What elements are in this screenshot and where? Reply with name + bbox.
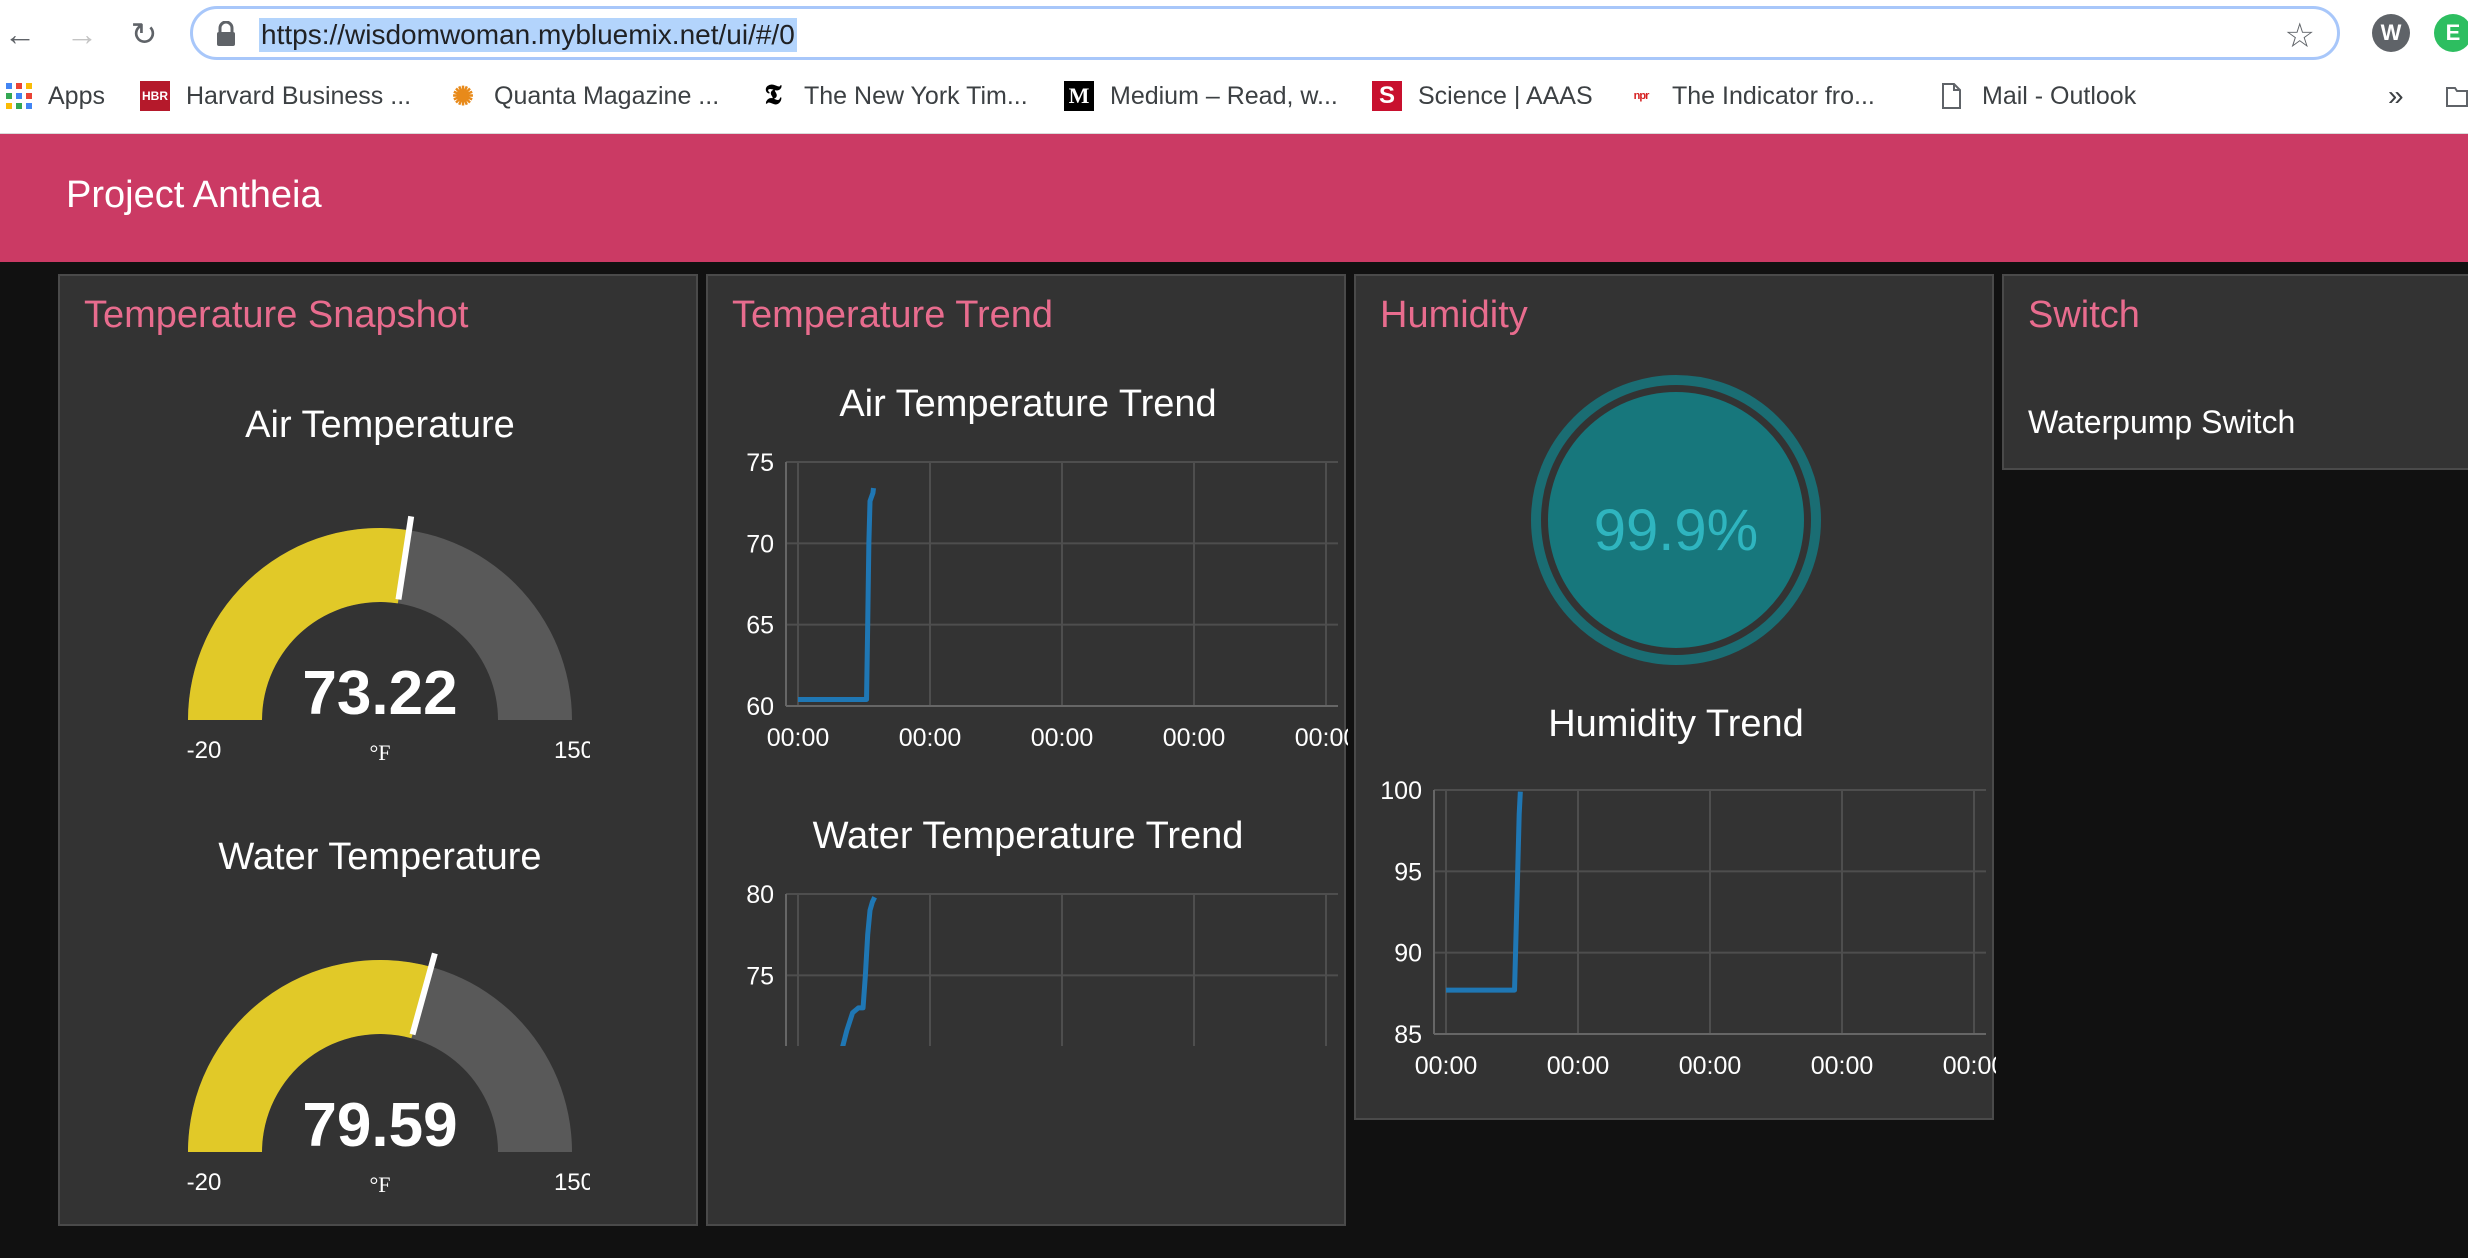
y-tick-label: 65 [746,612,774,640]
y-tick-label: 80 [746,881,774,909]
app-header: Project Antheia [0,134,2468,262]
gauge-max-label: 150 [554,737,590,764]
series-line [798,487,876,702]
gauge-min-label: -20 [187,1169,222,1196]
bookmarks-bar: Apps HBR Harvard Business ... ✺ Quanta M… [0,72,2468,124]
bookmark-label: Mail - Outlook [1982,81,2137,110]
temperature-snapshot-card: Temperature Snapshot Air Temperature 73.… [58,274,698,1226]
gauge-value: 73.22 [302,659,457,728]
bookmark-label: Science | AAAS [1418,81,1593,110]
x-tick-label: 00:00 [1679,1052,1742,1076]
gauge-max-label: 150 [554,1169,590,1196]
bookmark-science-aaas[interactable]: S Science | AAAS [1372,76,1593,116]
water-temperature-label: Water Temperature [218,836,542,878]
bookmark-medium[interactable]: M Medium – Read, w... [1064,76,1338,116]
card-title: Switch [2028,294,2140,336]
browser-toolbar: ← → ↻ https://wisdomwoman.mybluemix.net/… [0,0,2468,134]
lock-icon [217,21,235,46]
bookmark-harvard-business[interactable]: HBR Harvard Business ... [140,76,411,116]
gauge-min-label: -20 [187,737,222,764]
y-tick-label: 95 [1394,858,1422,886]
water-temperature-gauge: 79.59 -20 150 °F [187,952,590,1196]
series-line [1446,791,1523,993]
temperature-trend-charts: Air Temperature Trend 75 70 65 60 00:00 00:00 0… [746,383,1348,1046]
bookmarks-overflow-icon[interactable]: » [2388,76,2404,116]
humidity-trend-svg: Humidity Trend 100 95 90 85 00:00 00:00 00:00 00… [1380,703,1996,1076]
x-tick-label: 00:00 [1415,1052,1478,1076]
y-tick-label: 75 [746,449,774,477]
bookmark-label: Medium – Read, w... [1110,81,1338,110]
bookmark-label: The New York Tim... [804,81,1028,110]
humidity-card: Humidity 99.9% Humidity Trend 100 95 90 85 00… [1354,274,1996,1120]
bookmark-label: The Indicator fro... [1672,81,1875,110]
wordpress-icon[interactable]: W [2372,14,2410,52]
card-title: Humidity [1380,294,1528,336]
gauge-value: 79.59 [302,1091,457,1160]
y-tick-label: 85 [1394,1021,1422,1049]
card-title: Temperature Snapshot [84,294,469,336]
app-title: Project Antheia [66,174,322,216]
quanta-icon: ✺ [452,80,474,111]
waterpump-switch[interactable]: Waterpump Switch [2028,404,2295,441]
bookmark-star-icon[interactable]: ☆ [2285,16,2315,56]
card-title: Temperature Trend [732,294,1054,336]
address-bar[interactable]: https://wisdomwoman.mybluemix.net/ui/#/0… [190,6,2340,60]
air-temperature-gauge: 73.22 -20 150 °F [187,515,590,764]
y-tick-label: 100 [1380,777,1422,805]
humidity-trend-chart: Humidity Trend 100 95 90 85 00:00 00:00 00:00 00… [1380,703,1996,1076]
air-temperature-label: Air Temperature [245,404,515,446]
y-tick-label: 90 [1394,940,1422,968]
medium-icon: M [1064,81,1094,111]
x-tick-label: 00:00 [1295,724,1348,752]
bookmark-label: Apps [48,81,105,110]
bookmark-mail-outlook[interactable]: Mail - Outlook [1936,76,2136,116]
x-tick-label: 00:00 [1811,1052,1874,1076]
bookmark-the-indicator[interactable]: npr The Indicator fro... [1626,76,1875,116]
science-icon: S [1372,81,1402,111]
x-tick-label: 00:00 [1943,1052,1996,1076]
x-tick-label: 00:00 [1547,1052,1610,1076]
forward-arrow-icon[interactable]: → [62,12,102,56]
y-tick-label: 70 [746,530,774,558]
url-text[interactable]: https://wisdomwoman.mybluemix.net/ui/#/0 [259,18,797,52]
apps-grid-icon [6,83,32,109]
temperature-trend-card: Temperature Trend Air Temperature Trend 7… [706,274,1348,1226]
bookmark-apps[interactable]: Apps [4,76,105,116]
humidity-value: 99.9% [1594,498,1758,563]
back-arrow-icon[interactable]: ← [0,12,40,56]
x-tick-label: 00:00 [1163,724,1226,752]
y-tick-label: 60 [746,693,774,721]
chart-title: Air Temperature Trend [839,383,1216,425]
folder-icon[interactable] [2446,82,2468,108]
chart-title: Humidity Trend [1548,703,1804,745]
chart-title: Water Temperature Trend [813,815,1244,857]
nyt-icon: 𝕿 [764,80,782,111]
reload-icon[interactable]: ↻ [124,12,164,56]
bookmark-quanta-magazine[interactable]: ✺ Quanta Magazine ... [448,76,719,116]
switch-card: Switch Waterpump Switch [2002,274,2468,470]
npr-icon: npr [1633,90,1650,102]
y-tick-label: 75 [746,962,774,990]
hbr-icon: HBR [140,81,170,111]
x-tick-label: 00:00 [899,724,962,752]
series-line [840,896,877,1046]
humidity-level-indicator: 99.9% [1531,375,1821,665]
gauge-unit: °F [369,1172,390,1196]
evernote-icon[interactable]: E [2434,14,2468,52]
gauge-unit: °F [369,740,390,764]
x-tick-label: 00:00 [767,724,830,752]
water-temperature-trend-chart: Water Temperature Trend8075706500:0000:0… [746,815,1338,1046]
y-tick-label: 70 [746,1044,774,1046]
bookmark-new-york-times[interactable]: 𝕿 The New York Tim... [758,76,1028,116]
air-temperature-trend-chart: Air Temperature Trend 75 70 65 60 00:00 00:00 0… [746,383,1348,752]
bookmark-label: Harvard Business ... [186,81,412,110]
bookmark-label: Quanta Magazine ... [494,81,720,110]
x-tick-label: 00:00 [1031,724,1094,752]
document-icon [1942,83,1961,109]
